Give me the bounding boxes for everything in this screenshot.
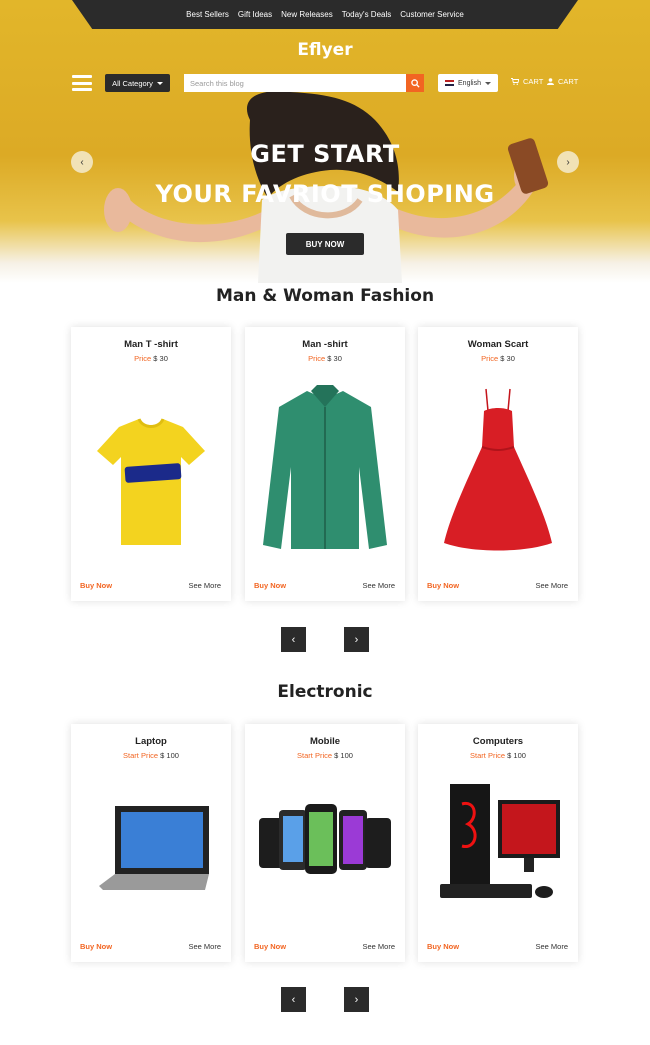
fashion-prev-button[interactable]: ‹ [281,627,306,652]
see-more-link[interactable]: See More [188,581,221,590]
product-price: Price $ 30 [308,354,342,363]
product-card: Computers Start Price $ 100 Buy Now See … [418,724,578,962]
yellow-tshirt-image[interactable] [81,377,221,557]
nav-todays-deals[interactable]: Today's Deals [342,10,392,19]
see-more-link[interactable]: See More [188,942,221,951]
chevron-right-icon: › [354,993,359,1006]
buy-now-link[interactable]: Buy Now [254,942,286,951]
chevron-down-icon [156,81,163,85]
buy-now-link[interactable]: Buy Now [80,942,112,951]
buy-now-link[interactable]: Buy Now [80,581,112,590]
product-name: Mobile [309,736,341,747]
flag-icon [445,80,455,86]
chevron-left-icon: ‹ [291,993,296,1006]
hero-buy-now-button[interactable]: BUY NOW [286,233,364,255]
search-input[interactable] [184,74,406,92]
language-select[interactable]: English [438,74,498,92]
chevron-left-icon: ‹ [291,633,296,646]
nav-new-releases[interactable]: New Releases [281,10,333,19]
brand-logo[interactable]: Eflyer [0,40,650,60]
search-icon [410,78,420,88]
cart-link[interactable]: CART [511,77,543,86]
menu-icon[interactable] [72,75,92,91]
electronic-section-title: Electronic [277,682,373,702]
hero-headline-line1: GET START [250,140,400,168]
electronic-next-button[interactable]: › [344,987,369,1012]
product-card: Woman Scart Price $ 30 Buy Now See More [418,327,578,601]
laptop-image[interactable] [81,774,221,924]
cart-label: CART [523,77,544,86]
category-dropdown[interactable]: All Category [105,74,170,92]
see-more-link[interactable]: See More [362,942,395,951]
see-more-link[interactable]: See More [535,581,568,590]
search-button[interactable] [406,74,424,92]
cart-icon [511,78,519,85]
product-name: Man T -shirt [124,339,178,350]
buy-now-link[interactable]: Buy Now [254,581,286,590]
product-name: Laptop [135,736,167,747]
category-dropdown-label: All Category [112,78,153,88]
buy-now-link[interactable]: Buy Now [427,942,459,951]
hero-headline-line2: YOUR FAVRIOT SHOPING [155,180,495,208]
account-cart-link[interactable]: CART [547,77,578,86]
chevron-right-icon: › [354,633,359,646]
top-navigation: Best Sellers Gift Ideas New Releases Tod… [72,0,578,29]
electronic-prev-button[interactable]: ‹ [281,987,306,1012]
mobile-phones-image[interactable] [255,774,395,924]
product-name: Man -shirt [302,339,348,350]
product-price: Start Price $ 100 [470,751,526,760]
see-more-link[interactable]: See More [362,581,395,590]
product-price: Start Price $ 100 [297,751,353,760]
buy-now-link[interactable]: Buy Now [427,581,459,590]
product-name: Woman Scart [467,339,529,350]
product-card: Man T -shirt Price $ 30 Buy Now See More [71,327,231,601]
product-name: Computers [472,736,524,747]
cart-label-secondary: CART [558,77,579,86]
product-card: Man -shirt Price $ 30 Buy Now See More [245,327,405,601]
user-icon [547,78,554,85]
product-price: Price $ 30 [481,354,515,363]
language-label: English [458,79,481,87]
nav-gift-ideas[interactable]: Gift Ideas [238,10,272,19]
chevron-down-icon [484,81,491,85]
gaming-computer-image[interactable] [428,774,568,924]
product-card: Laptop Start Price $ 100 Buy Now See Mor… [71,724,231,962]
product-price: Price $ 30 [134,354,168,363]
red-dress-image[interactable] [428,377,568,557]
nav-customer-service[interactable]: Customer Service [400,10,464,19]
see-more-link[interactable]: See More [535,942,568,951]
hero-banner: Best Sellers Gift Ideas New Releases Tod… [0,0,650,283]
fashion-next-button[interactable]: › [344,627,369,652]
product-price: Start Price $ 100 [123,751,179,760]
nav-best-sellers[interactable]: Best Sellers [186,10,229,19]
green-shirt-image[interactable] [255,377,395,557]
fashion-section-title: Man & Woman Fashion [215,286,435,306]
product-card: Mobile Start Price $ 100 Buy Now See Mor… [245,724,405,962]
